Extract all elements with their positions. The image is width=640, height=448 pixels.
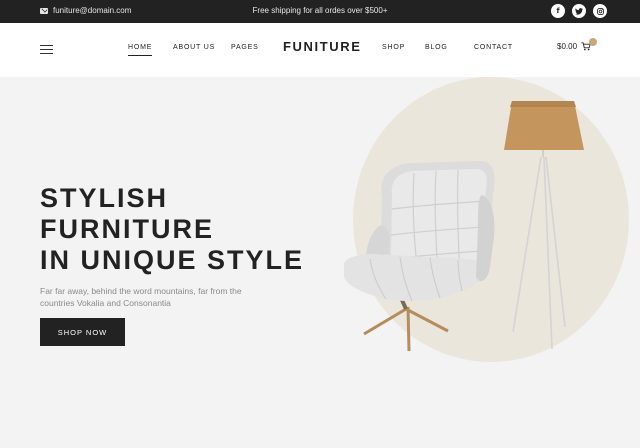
nav-about-us[interactable]: ABOUT US: [173, 44, 215, 51]
hero-title: STYLISH FURNITURE IN UNIQUE STYLE: [40, 183, 330, 276]
cart-count-badge: [589, 38, 597, 46]
site-header: HOME ABOUT US PAGES FUNITURE SHOP BLOG C…: [0, 23, 640, 77]
shipping-notice: Free shipping for all ordes over $500+: [252, 6, 388, 15]
site-logo[interactable]: FUNITURE: [283, 39, 362, 54]
floor-lamp-image: [504, 101, 584, 350]
social-links: f: [551, 4, 607, 18]
hamburger-menu-icon[interactable]: [40, 45, 53, 54]
lounge-chair-image: [343, 161, 495, 352]
nav-shop[interactable]: SHOP: [382, 44, 405, 51]
instagram-icon[interactable]: [593, 4, 607, 18]
nav-home[interactable]: HOME: [128, 44, 153, 56]
top-bar: funiture@domain.com Free shipping for al…: [0, 0, 640, 23]
hero-section: STYLISH FURNITURE IN UNIQUE STYLE Far fa…: [0, 77, 640, 448]
nav-pages[interactable]: PAGES: [231, 44, 259, 51]
cart-total: $0.00: [557, 42, 578, 51]
nav-contact[interactable]: CONTACT: [474, 44, 513, 51]
hero-title-line: STYLISH: [40, 183, 169, 213]
twitter-icon[interactable]: [572, 4, 586, 18]
facebook-icon[interactable]: f: [551, 4, 565, 18]
hero-title-line: FURNITURE: [40, 214, 214, 244]
shop-now-button[interactable]: SHOP NOW: [40, 318, 125, 346]
cart-button[interactable]: $0.00: [557, 42, 591, 51]
nav-blog[interactable]: BLOG: [425, 44, 448, 51]
hero-description: Far far away, behind the word mountains,…: [40, 286, 242, 308]
hero-title-line: IN UNIQUE STYLE: [40, 245, 305, 275]
hero-furniture-image: [343, 101, 584, 352]
